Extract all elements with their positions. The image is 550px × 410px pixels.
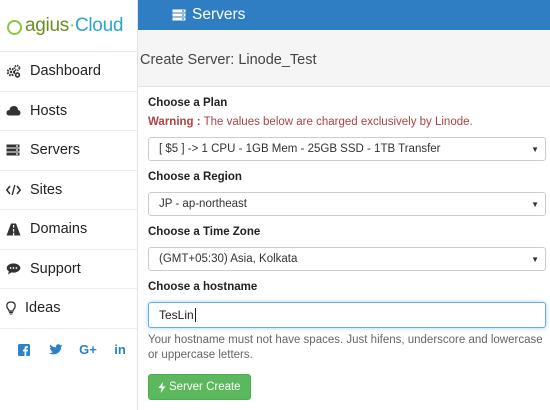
region-select-value: JP - ap-northeast (159, 198, 248, 210)
top-header: Servers (138, 0, 550, 30)
plan-label: Choose a Plan (148, 97, 228, 109)
chevron-down-icon: ▼ (531, 144, 539, 154)
timezone-label: Choose a Time Zone (148, 226, 261, 238)
hostname-input[interactable]: TesLin (148, 302, 546, 328)
warning-prefix: Warning : (148, 116, 201, 128)
logo-text-cloud: Cloud (74, 14, 124, 36)
server-create-button[interactable]: Server Create (148, 374, 251, 400)
sidebar: agius·Cloud Dashboard Hosts Servers Site… (0, 0, 138, 410)
sidebar-item-label: Servers (30, 142, 80, 159)
chevron-down-icon: ▼ (531, 254, 539, 264)
road-icon (5, 221, 21, 237)
sidebar-item-domains[interactable]: Domains (0, 210, 137, 250)
hostname-input-value: TesLin (159, 308, 194, 322)
plan-select-value: [ $5 ] -> 1 CPU - 1GB Mem - 25GB SSD - 1… (159, 143, 441, 155)
sidebar-item-hosts[interactable]: Hosts (0, 92, 137, 131)
social-links: G+ in (0, 329, 137, 371)
hostname-label: Choose a hostname (148, 281, 258, 293)
text-cursor (194, 308, 196, 322)
facebook-icon[interactable] (8, 343, 40, 356)
page-title: Create Server: Linode_Test (140, 52, 317, 68)
timezone-select-value: (GMT+05:30) Asia, Kolkata (159, 253, 298, 265)
chat-icon (5, 261, 21, 277)
main-content: Create Server: Linode_Test Choose a Plan… (138, 30, 550, 410)
sidebar-item-servers[interactable]: Servers (0, 131, 137, 171)
server-icon (172, 9, 186, 21)
hostname-help-text: Your hostname must not have spaces. Just… (148, 334, 543, 361)
plan-warning: Warning : The values below are charged e… (148, 116, 546, 128)
header-title: Servers (192, 6, 246, 23)
warning-text: The values below are charged exclusively… (200, 116, 473, 128)
sidebar-item-support[interactable]: Support (0, 250, 137, 289)
linkedin-icon[interactable]: in (104, 342, 136, 357)
region-label: Choose a Region (148, 171, 242, 183)
bolt-icon (158, 381, 166, 393)
google-plus-icon[interactable]: G+ (72, 342, 104, 357)
gears-icon (5, 63, 21, 79)
region-select[interactable]: JP - ap-northeast ▼ (148, 192, 546, 216)
sidebar-item-label: Sites (30, 181, 63, 198)
timezone-select[interactable]: (GMT+05:30) Asia, Kolkata ▼ (148, 247, 546, 271)
lightbulb-icon (3, 300, 19, 316)
code-icon (5, 182, 21, 198)
logo-text-agius: agius (25, 14, 69, 36)
chevron-down-icon: ▼ (531, 199, 539, 209)
logo-mark-icon (7, 20, 22, 35)
server-icon (5, 142, 21, 158)
sidebar-item-label: Hosts (30, 102, 68, 119)
app-logo[interactable]: agius·Cloud (0, 0, 137, 52)
sidebar-item-label: Ideas (25, 300, 61, 317)
sidebar-item-label: Domains (30, 221, 88, 238)
twitter-icon[interactable] (40, 343, 72, 356)
sidebar-item-ideas[interactable]: Ideas (0, 289, 137, 329)
sidebar-item-label: Support (30, 260, 81, 277)
sidebar-item-sites[interactable]: Sites (0, 171, 137, 210)
cloud-icon (5, 103, 21, 119)
sidebar-item-dashboard[interactable]: Dashboard (0, 52, 137, 92)
plan-select[interactable]: [ $5 ] -> 1 CPU - 1GB Mem - 25GB SSD - 1… (148, 137, 546, 161)
create-server-form: Choose a Plan Warning : The values below… (138, 86, 550, 410)
sidebar-item-label: Dashboard (30, 63, 101, 80)
server-create-label: Server Create (169, 381, 241, 393)
